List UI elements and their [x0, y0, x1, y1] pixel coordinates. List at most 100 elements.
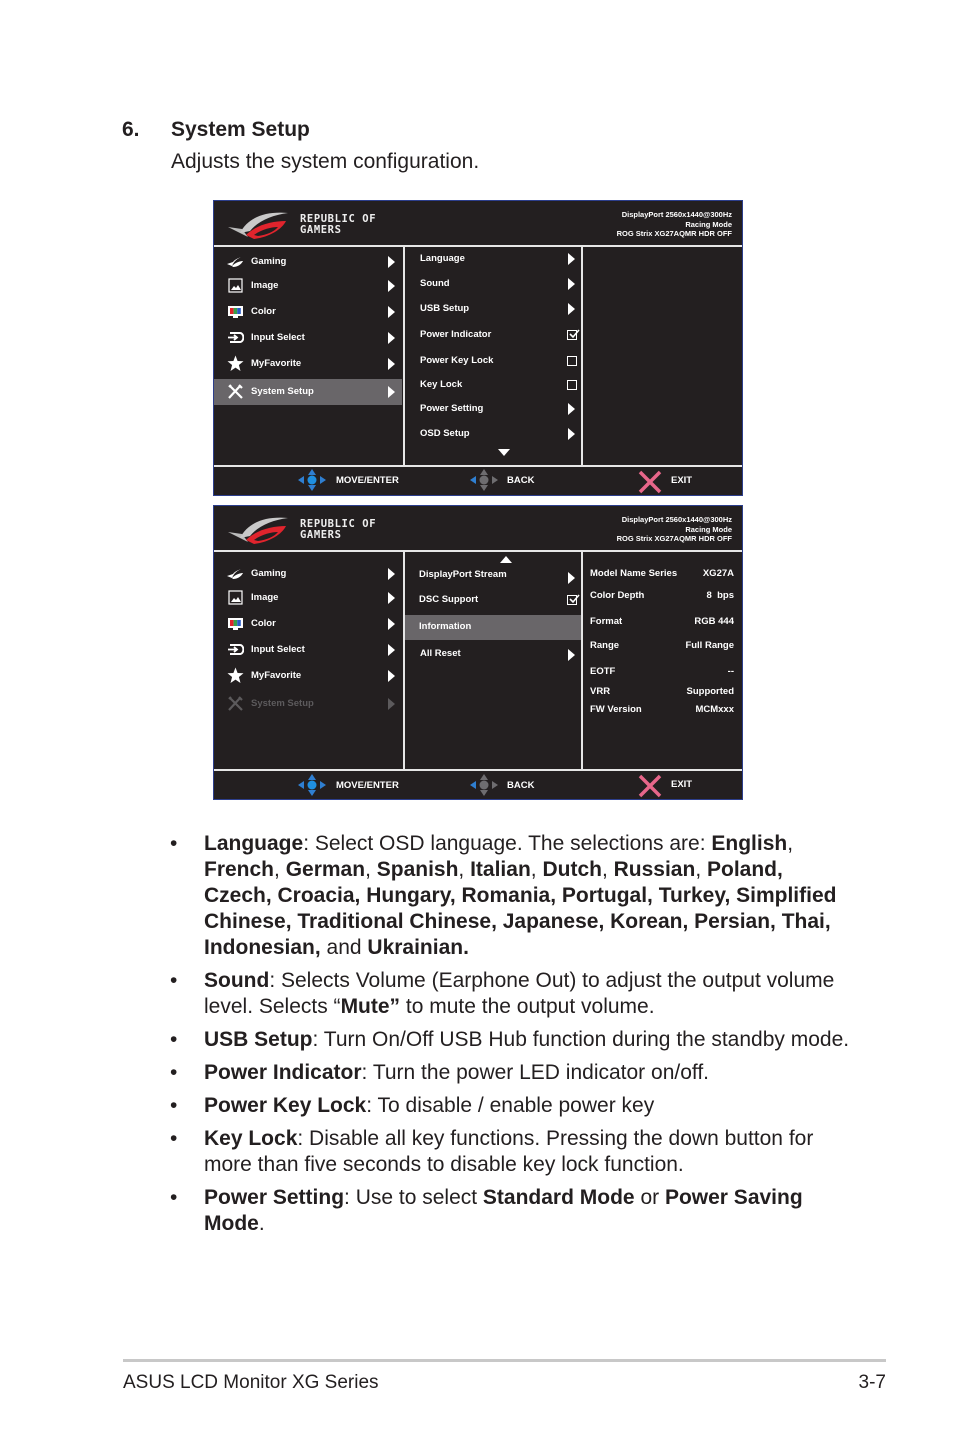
main-menu-item-image[interactable]: Image: [214, 585, 402, 611]
submenu-item-osd-setup[interactable]: OSD Setup: [405, 423, 581, 447]
checkbox-checked[interactable]: [567, 594, 580, 605]
info-key: FW Version: [590, 704, 642, 715]
info-value: Full Range: [685, 640, 734, 651]
section-subtitle: Adjusts the system configuration.: [171, 150, 480, 173]
osd-status: DisplayPort 2560x1440@300Hz Racing Mode …: [617, 210, 732, 239]
menu-label: Color: [251, 306, 276, 317]
bullet-text: Power Key Lock: To disable / enable powe…: [204, 1094, 655, 1117]
chevron-right-icon: [388, 358, 395, 370]
submenu-item-power-key-lock[interactable]: Power Key Lock: [405, 350, 581, 374]
bullet-text: Sound: Selects Volume (Earphone Out) to …: [204, 969, 835, 1018]
main-menu-item-myfavorite[interactable]: MyFavorite: [214, 351, 402, 377]
checkmark-icon: [569, 594, 580, 604]
wrench-screwdriver-icon: [228, 696, 243, 711]
exit-x-icon: [638, 470, 662, 494]
move-enter-label: MOVE/ENTER: [336, 780, 399, 791]
submenu-item-sound[interactable]: Sound: [405, 273, 581, 297]
osd-screenshot-system-setup: REPUBLIC OF GAMERS DisplayPort 2560x1440…: [213, 200, 743, 496]
status-model: ROG Strix XG27AQMR HDR OFF: [616, 534, 732, 543]
main-menu-item-image[interactable]: Image: [214, 273, 402, 299]
submenu-item-power-setting[interactable]: Power Setting: [405, 398, 581, 422]
main-menu-item-system-setup[interactable]: System Setup: [214, 691, 402, 717]
bullet-dot: •: [170, 1028, 178, 1051]
info-key: EOTF: [590, 666, 616, 677]
submenu-item-power-indicator[interactable]: Power Indicator: [405, 324, 581, 348]
bullet-item: • Power Indicator: Turn the power LED ind…: [170, 1060, 850, 1086]
chevron-right-icon: [568, 403, 575, 415]
chevron-right-icon: [568, 428, 575, 440]
rog-logo: REPUBLIC OF GAMERS: [226, 512, 386, 546]
dpad-move-icon: [298, 774, 326, 796]
bold-term: Italian: [470, 858, 531, 881]
section-number: 6.: [122, 118, 140, 141]
main-menu-item-gaming[interactable]: Gaming: [214, 249, 402, 275]
rog-eye-icon: [227, 257, 244, 267]
osd-header: REPUBLIC OF GAMERS DisplayPort 2560x1440…: [214, 201, 742, 247]
info-value: RGB 444: [694, 616, 734, 627]
submenu-item-language[interactable]: Language: [405, 248, 581, 272]
column-divider: [581, 247, 583, 465]
menu-label: Image: [251, 592, 279, 603]
bold-term: Power Setting: [204, 1186, 345, 1209]
main-menu-item-color[interactable]: Color: [214, 611, 402, 637]
submenu-item-all-reset[interactable]: All Reset: [405, 643, 581, 667]
bold-term: Ukrainian.: [367, 936, 469, 959]
bullet-item: • Power Key Lock: To disable / enable pow…: [170, 1093, 850, 1119]
footer-manual-title: ASUS LCD Monitor XG Series: [123, 1372, 379, 1393]
submenu-item-dsc-support[interactable]: DSC Support: [405, 589, 581, 613]
submenu-label: Sound: [420, 278, 450, 289]
bold-term: Sound: [204, 969, 270, 992]
bold-term: German: [285, 858, 366, 881]
status-model: ROG Strix XG27AQMR HDR OFF: [616, 229, 732, 238]
bullet-item: • Key Lock: Disable all key functions. Pr…: [170, 1126, 850, 1178]
bullet-dot: •: [170, 832, 178, 855]
chevron-right-icon: [388, 306, 395, 318]
dpad-back-icon: [470, 469, 498, 491]
checkbox-unchecked[interactable]: [567, 380, 577, 390]
info-value: XG27A: [702, 568, 734, 579]
checkbox-checked[interactable]: [567, 329, 580, 340]
main-menu-item-system-setup[interactable]: System Setup: [214, 379, 402, 405]
back-label: BACK: [507, 475, 535, 486]
submenu-label: Information: [419, 621, 472, 632]
chevron-right-icon: [388, 592, 395, 604]
star-icon: [227, 667, 244, 683]
chevron-right-icon: [388, 568, 395, 580]
column-divider: [581, 552, 583, 769]
bold-term: French: [204, 858, 275, 881]
submenu-item-usb-setup[interactable]: USB Setup: [405, 298, 581, 322]
info-value: Supported: [686, 686, 735, 697]
color-icon: [228, 618, 243, 630]
input-select-icon: [228, 644, 244, 655]
main-menu-item-color[interactable]: Color: [214, 299, 402, 325]
main-menu-item-myfavorite[interactable]: MyFavorite: [214, 663, 402, 689]
main-menu-item-input-select[interactable]: Input Select: [214, 637, 402, 663]
bullet-dot: •: [170, 969, 178, 992]
footer-divider: [214, 465, 742, 467]
footer-exit: EXIT: [638, 470, 728, 494]
submenu-item-key-lock[interactable]: Key Lock: [405, 374, 581, 398]
scroll-up-icon[interactable]: [500, 556, 512, 563]
scroll-down-icon[interactable]: [498, 449, 510, 456]
logo-text-line1: REPUBLIC OF: [300, 518, 377, 530]
osd-status: DisplayPort 2560x1440@300Hz Racing Mode …: [617, 515, 732, 544]
footer-move-enter: MOVE/ENTER: [298, 774, 418, 796]
rog-eye-logo-icon: [228, 517, 288, 544]
chevron-right-icon: [388, 386, 395, 398]
chevron-right-icon: [388, 644, 395, 656]
submenu-item-information[interactable]: Information: [405, 615, 581, 640]
submenu-item-displayport-stream[interactable]: DisplayPort Stream: [405, 564, 581, 588]
chevron-right-icon: [388, 332, 395, 344]
submenu-label: DSC Support: [419, 594, 479, 605]
main-menu-item-input-select[interactable]: Input Select: [214, 325, 402, 351]
logo-text-line2: GAMERS: [300, 223, 342, 236]
menu-label: Image: [251, 280, 279, 291]
checkbox-unchecked[interactable]: [567, 356, 577, 366]
status-input: DisplayPort 2560x1440@300Hz: [621, 515, 732, 524]
bold-term: Power Key Lock: [204, 1094, 367, 1117]
menu-label: Gaming: [251, 256, 287, 267]
chevron-right-icon: [388, 618, 395, 630]
main-menu-item-gaming[interactable]: Gaming: [214, 561, 402, 587]
info-key: Color Depth: [590, 590, 645, 601]
bullet-text: USB Setup: Turn On/Off USB Hub function …: [204, 1028, 850, 1051]
